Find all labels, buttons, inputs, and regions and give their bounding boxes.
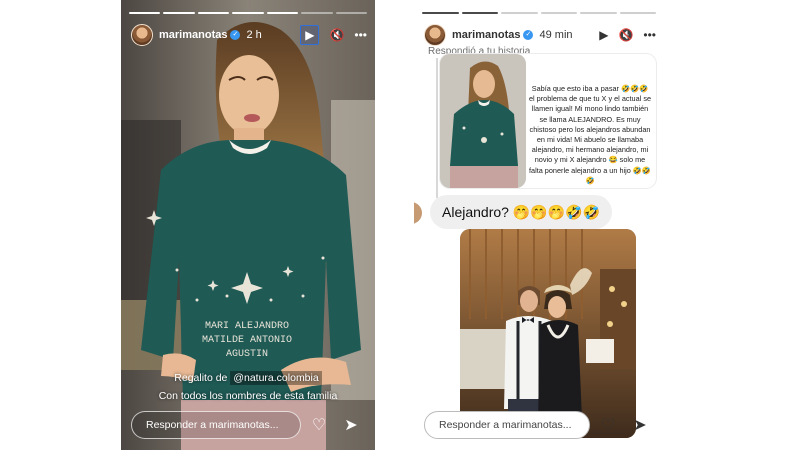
quote-divider <box>436 58 438 198</box>
quoted-story-card[interactable]: Sabía que esto iba a pasar 🤣🤣🤣 el proble… <box>440 54 656 188</box>
progress-segment <box>129 12 161 14</box>
reply-message-bubble: Alejandro? 🤭🤭🤭🤣🤣 <box>430 195 612 229</box>
couple-image <box>460 229 636 438</box>
verified-badge-icon: ✓ <box>523 30 534 40</box>
progress-segment <box>461 12 498 14</box>
story-left[interactable]: MARI ALEJANDRO MATILDE ANTONIO AGUSTIN m… <box>121 0 375 450</box>
verified-badge-icon: ✓ <box>230 30 241 40</box>
username[interactable]: marimanotas <box>452 29 520 41</box>
caption-line-2: Con todos los nombres de esta familia <box>158 390 338 402</box>
post-time: 2 h <box>246 29 262 41</box>
quoted-story-thumbnail[interactable] <box>440 54 526 188</box>
quoted-message-text: Sabía que esto iba a pasar 🤣🤣🤣 el proble… <box>528 84 652 185</box>
progress-segment <box>580 12 617 14</box>
story-photo-couple <box>460 229 636 438</box>
mute-icon[interactable]: 🔇 <box>329 27 344 43</box>
reply-input[interactable]: Responder a marimanotas... <box>131 411 301 439</box>
more-icon[interactable]: ••• <box>643 27 656 43</box>
story-right[interactable]: marimanotas ✓ 49 min ▶ 🔇 ••• Respondió a… <box>414 0 664 450</box>
progress-segment <box>619 12 656 14</box>
story-header: marimanotas ✓ 2 h ▶ 🔇 ••• <box>131 22 367 48</box>
avatar[interactable] <box>131 24 153 46</box>
reply-input[interactable]: Responder a marimanotas... <box>424 411 590 439</box>
post-time: 49 min <box>539 29 573 41</box>
sweater-line-2: MATILDE ANTONIO <box>202 335 292 346</box>
mute-icon[interactable]: 🔇 <box>618 27 633 43</box>
story-progress-bar <box>422 12 656 14</box>
caption-line-1: Regalito de @natura.colombia <box>121 371 375 385</box>
reply-bar: Responder a marimanotas... ♡ ➤ <box>131 410 365 440</box>
progress-segment <box>197 12 230 14</box>
story-header: marimanotas ✓ 49 min ▶ 🔇 ••• <box>424 22 656 48</box>
progress-segment <box>163 12 195 14</box>
progress-segment <box>301 12 333 14</box>
send-icon[interactable]: ➤ <box>337 415 365 435</box>
thumbnail-image <box>440 54 526 188</box>
heart-icon[interactable]: ♡ <box>594 415 622 435</box>
reply-bar: Responder a marimanotas... ♡ ➤ <box>424 410 654 440</box>
progress-segment <box>232 12 264 14</box>
avatar[interactable] <box>424 24 446 46</box>
caption-prefix: Regalito de <box>174 372 231 384</box>
more-icon[interactable]: ••• <box>354 27 367 43</box>
username[interactable]: marimanotas <box>159 29 227 41</box>
mention-link[interactable]: @natura.colombia <box>230 371 322 385</box>
progress-segment <box>422 12 459 14</box>
progress-segment <box>335 12 367 14</box>
send-icon[interactable]: ➤ <box>626 415 654 435</box>
avatar <box>414 202 422 224</box>
progress-segment <box>540 12 577 14</box>
progress-segment <box>266 12 299 14</box>
sweater-line-3: AGUSTIN <box>226 349 268 360</box>
sweater-line-1: MARI ALEJANDRO <box>205 321 289 332</box>
story-progress-bar <box>129 12 367 14</box>
progress-segment <box>501 12 538 14</box>
play-icon[interactable]: ▶ <box>300 25 320 45</box>
heart-icon[interactable]: ♡ <box>305 415 333 435</box>
play-icon[interactable]: ▶ <box>599 27 608 43</box>
